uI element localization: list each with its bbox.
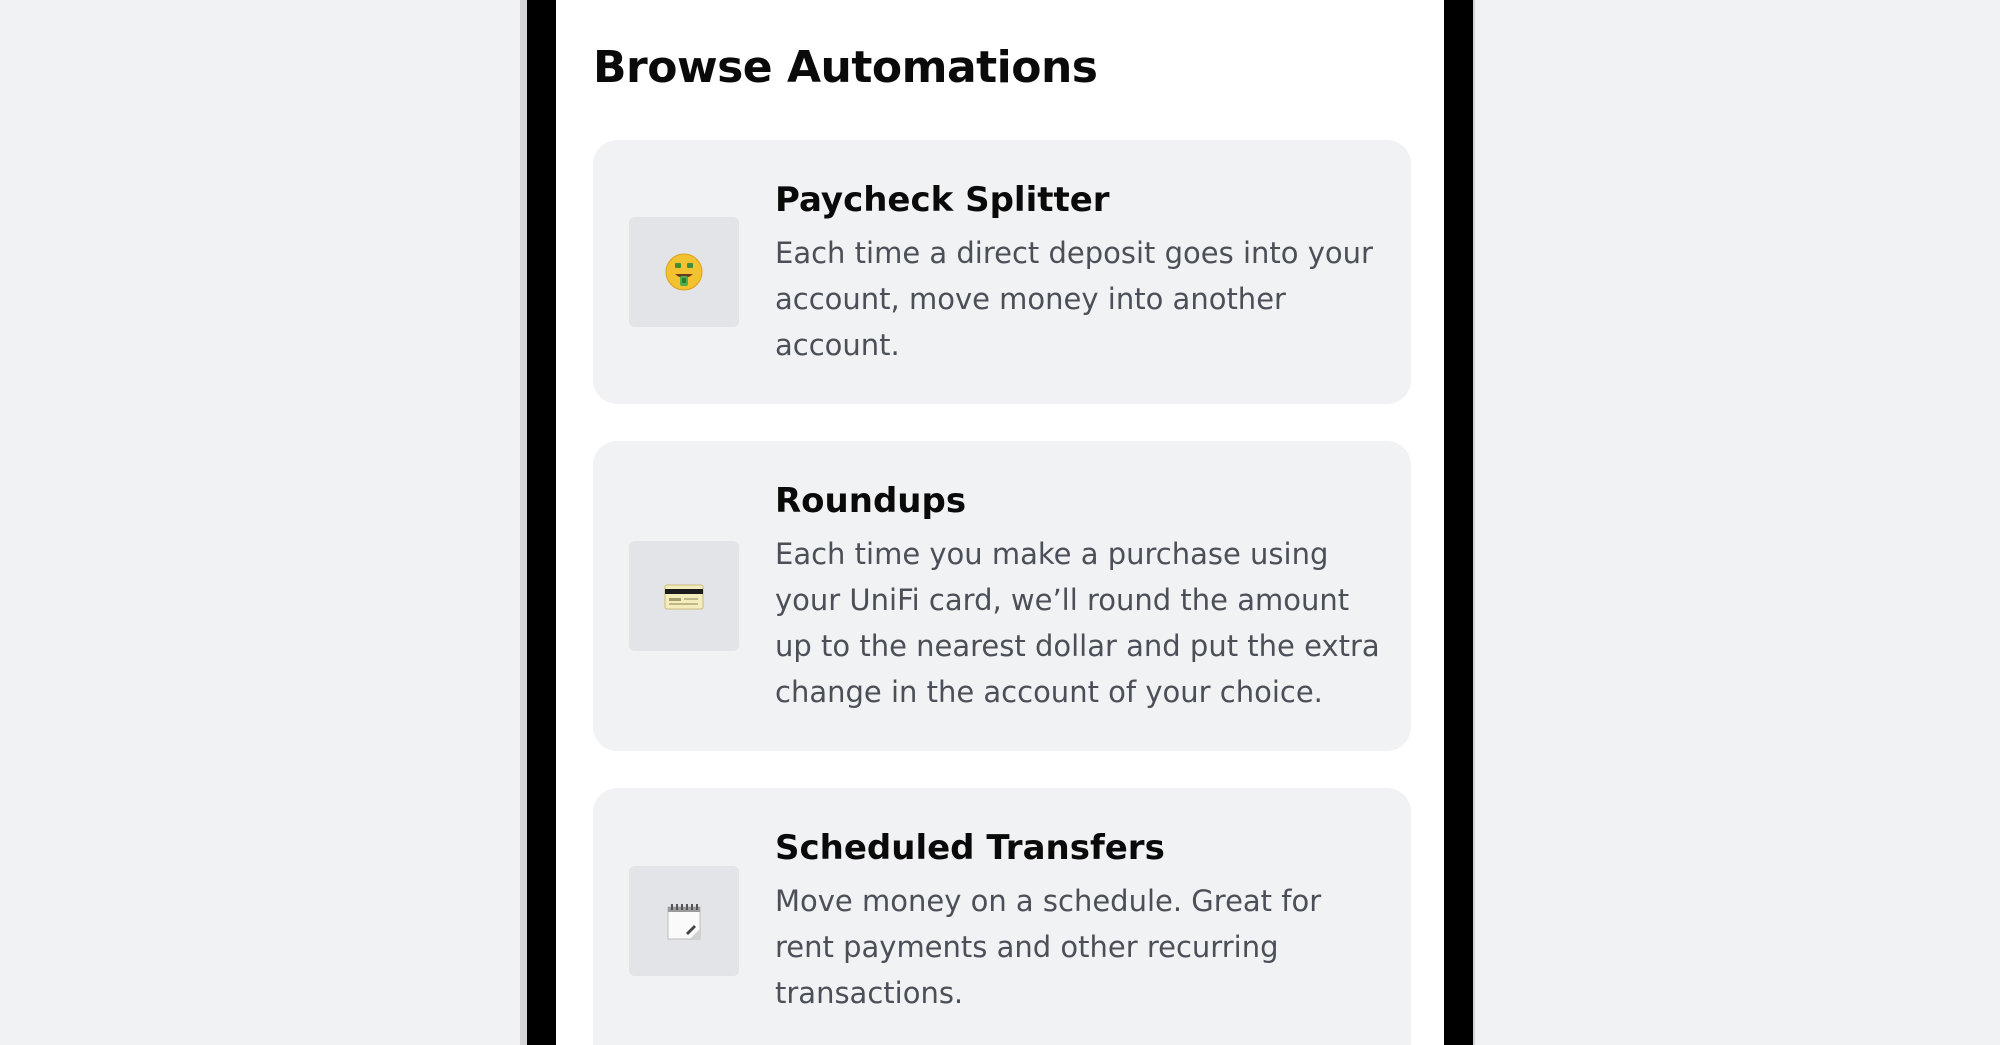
automation-description: Each time you make a purchase using your… bbox=[775, 537, 1380, 709]
icon-tile bbox=[629, 866, 739, 976]
icon-tile bbox=[629, 217, 739, 327]
automation-description: Each time a direct deposit goes into you… bbox=[775, 236, 1373, 362]
page-title: Browse Automations bbox=[593, 42, 1098, 93]
automation-card-paycheck-splitter[interactable]: Paycheck Splitter Each time a direct dep… bbox=[593, 140, 1411, 404]
automation-title: Paycheck Splitter bbox=[775, 180, 1110, 220]
automation-description: Move money on a schedule. Great for rent… bbox=[775, 884, 1322, 1010]
credit-card-icon bbox=[664, 584, 704, 610]
automation-card-scheduled-transfers[interactable]: Scheduled Transfers Move money on a sche… bbox=[593, 788, 1411, 1045]
icon-tile bbox=[629, 541, 739, 651]
spiral-notepad-icon bbox=[667, 904, 701, 940]
automation-card-roundups[interactable]: Roundups Each time you make a purchase u… bbox=[593, 441, 1411, 751]
app-screen: Browse Automations Paycheck Splitter Eac… bbox=[556, 0, 1444, 1045]
automation-title: Roundups bbox=[775, 481, 967, 521]
automation-title: Scheduled Transfers bbox=[775, 828, 1165, 868]
money-mouth-face-icon bbox=[665, 253, 703, 291]
